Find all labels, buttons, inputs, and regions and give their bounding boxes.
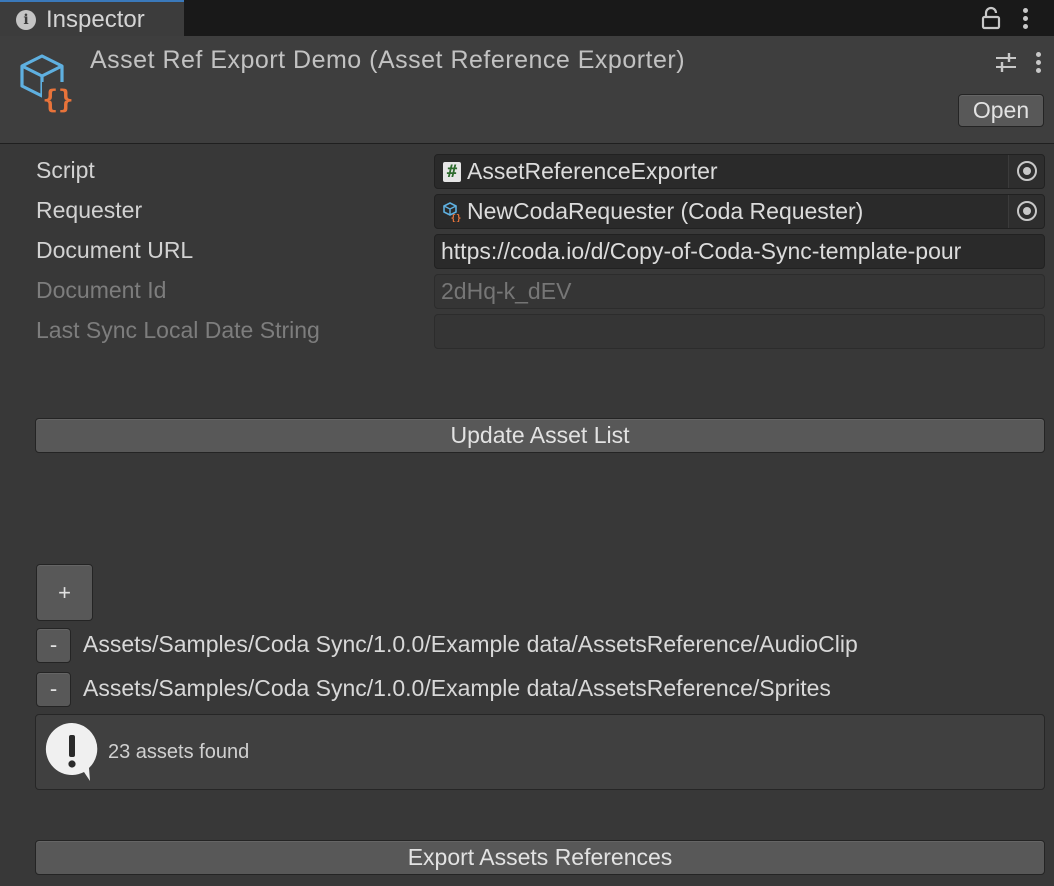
last-sync-label: Last Sync Local Date String	[36, 317, 320, 343]
requester-object-picker[interactable]	[1008, 195, 1044, 228]
lock-icon[interactable]	[980, 6, 1002, 30]
info-helpbox: 23 assets found	[35, 714, 1045, 790]
csharp-script-icon: #	[443, 162, 461, 182]
svg-text:{}: {}	[451, 214, 461, 222]
remove-path-button[interactable]: -	[36, 628, 71, 663]
requester-field[interactable]: {} NewCodaRequester (Coda Requester)	[434, 194, 1045, 229]
tab-menu-icon[interactable]	[1020, 6, 1030, 30]
svg-text:{}: {}	[42, 85, 73, 114]
script-label: Script	[36, 157, 95, 183]
coda-requester-icon: {}	[443, 202, 461, 222]
requester-value: NewCodaRequester (Coda Requester)	[467, 198, 864, 224]
remove-path-button[interactable]: -	[36, 672, 71, 707]
tab-inspector-label: Inspector	[46, 6, 145, 33]
document-id-value: 2dHq-k_dEV	[441, 278, 572, 304]
info-icon: i	[16, 10, 36, 30]
list-item: Assets/Samples/Coda Sync/1.0.0/Example d…	[83, 631, 858, 657]
list-item: Assets/Samples/Coda Sync/1.0.0/Example d…	[83, 675, 831, 701]
script-object-picker[interactable]	[1008, 155, 1044, 188]
script-field[interactable]: # AssetReferenceExporter	[434, 154, 1045, 189]
document-url-input[interactable]: https://coda.io/d/Copy-of-Coda-Sync-temp…	[434, 234, 1045, 269]
warning-icon	[45, 722, 98, 781]
update-asset-list-button[interactable]: Update Asset List	[35, 418, 1045, 453]
preset-sliders-icon[interactable]	[994, 50, 1018, 74]
tab-bar: i Inspector	[0, 0, 1054, 36]
export-references-button[interactable]: Export Assets References	[35, 840, 1045, 875]
tab-inspector[interactable]: i Inspector	[0, 0, 184, 36]
document-url-label: Document URL	[36, 237, 194, 263]
script-asset-icon: {}	[20, 54, 76, 114]
header-menu-icon[interactable]	[1033, 50, 1043, 74]
last-sync-field	[434, 314, 1045, 349]
requester-label: Requester	[36, 197, 143, 223]
add-path-button[interactable]: +	[36, 564, 93, 621]
inspector-header: {} Asset Ref Export Demo (Asset Referenc…	[0, 36, 1054, 144]
document-id-label: Document Id	[36, 277, 167, 303]
document-id-field: 2dHq-k_dEV	[434, 274, 1045, 309]
help-message: 23 assets found	[108, 741, 250, 763]
page-title: Asset Ref Export Demo (Asset Reference E…	[90, 46, 686, 74]
document-url-value: https://coda.io/d/Copy-of-Coda-Sync-temp…	[441, 238, 962, 264]
script-value: AssetReferenceExporter	[467, 158, 718, 184]
open-button[interactable]: Open	[958, 94, 1044, 127]
